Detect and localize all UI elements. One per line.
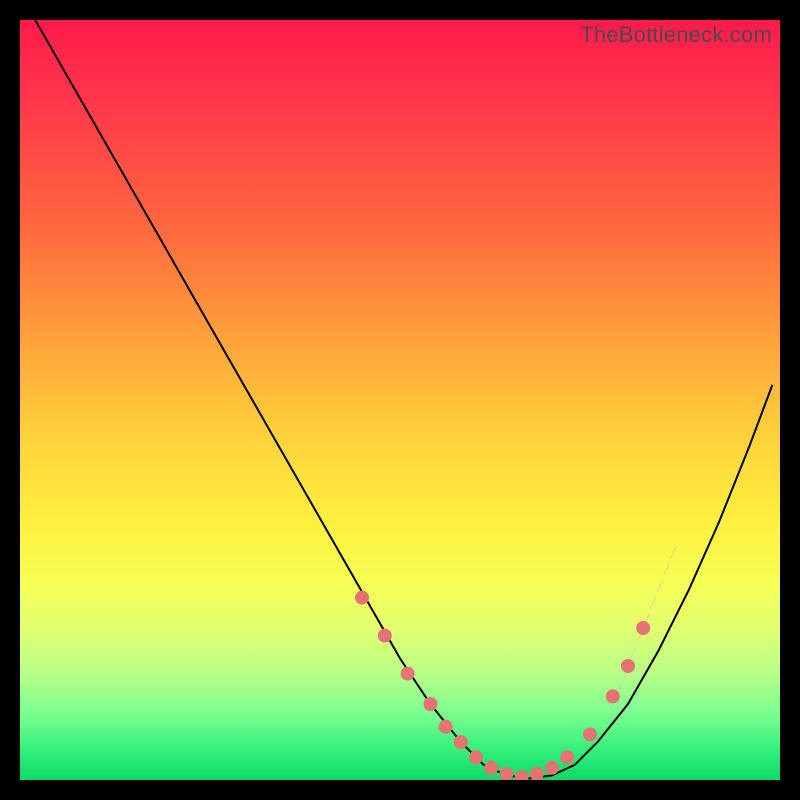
highlight-dot	[515, 770, 529, 780]
chart-frame: TheBottleneck.com	[0, 0, 800, 800]
curve-layer	[20, 20, 780, 780]
highlight-dot	[621, 659, 635, 673]
highlight-dot	[378, 629, 392, 643]
highlight-dot	[560, 750, 574, 764]
highlight-dot	[423, 697, 437, 711]
highlight-dot	[606, 689, 620, 703]
marker-group	[355, 591, 650, 780]
hatch-mark	[630, 647, 636, 659]
highlight-dot	[355, 591, 369, 605]
highlight-dot	[530, 767, 544, 780]
bottleneck-curve	[35, 20, 772, 779]
hatch-mark	[650, 597, 656, 609]
highlight-dot	[484, 761, 498, 775]
hatch-mark	[671, 546, 677, 558]
highlight-dot	[469, 750, 483, 764]
highlight-dot	[499, 767, 513, 780]
highlight-dot	[583, 727, 597, 741]
highlight-dot	[401, 667, 415, 681]
hatch-mark	[657, 580, 663, 592]
hatch-mark	[664, 563, 670, 575]
highlight-dot	[439, 720, 453, 734]
highlight-dot	[545, 761, 559, 775]
highlight-dot	[636, 621, 650, 635]
highlight-dot	[454, 735, 468, 749]
